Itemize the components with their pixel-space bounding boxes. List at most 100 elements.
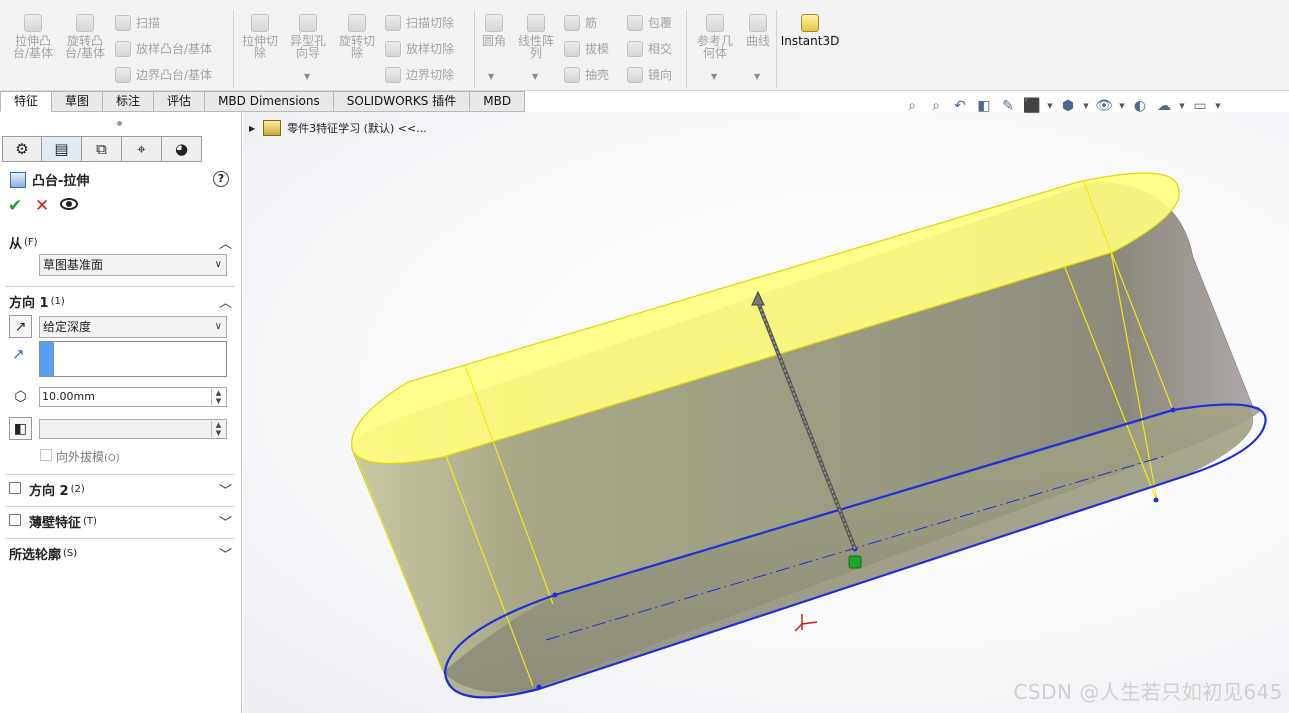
hole-wizard-button[interactable]: 异型孔 向导 xyxy=(286,14,330,59)
extrude-cut-label: 拉伸切 除 xyxy=(241,34,278,60)
direction-of-extrusion-selection-box[interactable] xyxy=(39,341,227,377)
collapse-chevron-up-icon[interactable]: ︿ xyxy=(219,233,232,252)
display-style-dropdown-icon[interactable]: ▼ xyxy=(1082,96,1090,116)
zoom-to-area-icon[interactable]: ⌕ xyxy=(926,96,946,116)
previous-view-icon[interactable]: ↶ xyxy=(950,96,970,116)
from-section-header[interactable]: 从 (F) xyxy=(9,233,38,252)
loft-boss-button[interactable]: 放样凸台/基体 xyxy=(115,40,212,57)
view-orientation-dropdown-icon[interactable]: ▼ xyxy=(1046,96,1054,116)
reference-geometry-dropdown-icon[interactable]: ▼ xyxy=(711,72,717,81)
revolve-boss-button[interactable]: 旋转凸 台/基体 xyxy=(62,14,108,59)
intersect-button[interactable]: 相交 xyxy=(627,40,672,57)
depth-handle-icon[interactable] xyxy=(848,555,862,569)
edit-appearance-icon[interactable]: ◐ xyxy=(1130,96,1150,116)
tab-solidworks-addins[interactable]: SOLIDWORKS 插件 xyxy=(333,91,471,112)
linear-pattern-dropdown-icon[interactable]: ▼ xyxy=(532,72,538,81)
reverse-direction-button[interactable]: ↗ xyxy=(9,315,32,338)
extrude-cut-button[interactable]: 拉伸切 除 xyxy=(238,14,282,59)
draft-label: 拔模 xyxy=(585,42,610,56)
instant3d-button[interactable]: Instant3D xyxy=(781,14,839,47)
draft-outward-checkbox[interactable] xyxy=(40,449,52,461)
section-view-icon[interactable]: ◧ xyxy=(974,96,994,116)
divider xyxy=(5,506,235,507)
direction1-label: 方向 1 xyxy=(9,296,49,311)
from-start-condition-select[interactable]: 草图基准面 ∨ xyxy=(39,254,227,276)
rib-button[interactable]: 筋 xyxy=(564,14,597,31)
direction2-section-header[interactable]: 方向 2 (2) xyxy=(29,480,85,499)
direction2-checkbox[interactable] xyxy=(9,482,21,494)
display-manager-tab[interactable]: ◕ xyxy=(162,136,202,162)
tab-evaluate[interactable]: 评估 xyxy=(154,91,206,112)
collapse-chevron-up-icon[interactable]: ︿ xyxy=(219,292,232,311)
tab-sketch[interactable]: 草图 xyxy=(52,91,104,112)
extruded-slot-body-model[interactable] xyxy=(243,112,1289,713)
tab-features[interactable]: 特征 xyxy=(0,91,53,112)
panel-resize-grip[interactable] xyxy=(117,121,122,126)
mirror-button[interactable]: 镜向 xyxy=(627,66,672,83)
chevron-down-icon: ∨ xyxy=(214,259,222,270)
boundary-cut-button[interactable]: 边界切除 xyxy=(385,66,454,83)
property-manager-tab[interactable]: ▤ xyxy=(42,136,82,162)
thin-feature-checkbox[interactable] xyxy=(9,514,21,526)
draft-angle-spin-arrows-icon[interactable]: ▲ ▼ xyxy=(211,421,225,437)
revolve-cut-button[interactable]: 旋转切 除 xyxy=(335,14,379,59)
curves-button[interactable]: 曲线 xyxy=(741,14,775,47)
expand-chevron-down-icon[interactable]: ﹀ xyxy=(219,480,232,499)
thin-feature-section-header[interactable]: 薄壁特征 (T) xyxy=(29,512,97,531)
curves-dropdown-icon[interactable]: ▼ xyxy=(754,72,760,81)
shell-button[interactable]: 抽壳 xyxy=(564,66,609,83)
hole-wizard-dropdown-icon[interactable]: ▼ xyxy=(304,72,310,81)
rib-icon xyxy=(564,14,580,31)
lofted-cut-button[interactable]: 放样切除 xyxy=(385,40,454,57)
end-condition-select[interactable]: 给定深度 ∨ xyxy=(39,316,227,338)
display-style-icon[interactable]: ⬢ xyxy=(1058,96,1078,116)
draft-button[interactable]: 拔模 xyxy=(564,40,609,57)
reference-geometry-label: 参考几 何体 xyxy=(696,34,733,60)
dimxpert-manager-tab[interactable]: ⌖ xyxy=(122,136,162,162)
feature-manager-tab[interactable]: ⚙ xyxy=(2,136,42,162)
view-settings-icon[interactable]: ▭ xyxy=(1190,96,1210,116)
tab-mbd-dimensions[interactable]: MBD Dimensions xyxy=(205,91,334,112)
hole-wizard-label: 异型孔 向导 xyxy=(289,34,326,60)
direction1-section-header[interactable]: 方向 1 (1) xyxy=(9,292,65,311)
depth-input[interactable]: 10.00mm ▲ ▼ xyxy=(39,387,227,407)
zoom-to-fit-icon[interactable]: ⌕ xyxy=(902,96,922,116)
help-icon[interactable]: ? xyxy=(213,171,229,187)
ok-checkmark-icon[interactable]: ✔ xyxy=(8,196,22,216)
loft-icon xyxy=(115,40,131,57)
selected-contours-section-header[interactable]: 所选轮廓 (S) xyxy=(9,544,77,563)
hide-show-dropdown-icon[interactable]: ▼ xyxy=(1118,96,1126,116)
hide-show-items-icon[interactable]: 👁 xyxy=(1094,96,1114,116)
configuration-manager-tab[interactable]: ⧉ xyxy=(82,136,122,162)
divider xyxy=(5,474,235,475)
wrap-label: 包覆 xyxy=(648,16,673,30)
wrap-button[interactable]: 包覆 xyxy=(627,14,672,31)
cancel-x-icon[interactable]: ✕ xyxy=(35,196,49,216)
view-settings-dropdown-icon[interactable]: ▼ xyxy=(1214,96,1222,116)
expand-chevron-down-icon[interactable]: ﹀ xyxy=(219,544,232,563)
curves-label: 曲线 xyxy=(745,34,770,48)
depth-spin-arrows-icon[interactable]: ▲ ▼ xyxy=(211,389,225,405)
swept-cut-button[interactable]: 扫描切除 xyxy=(385,14,454,31)
view-orientation-icon[interactable]: ⬛ xyxy=(1022,96,1042,116)
apply-scene-dropdown-icon[interactable]: ▼ xyxy=(1178,96,1186,116)
linear-pattern-button[interactable]: 线性阵 列 xyxy=(514,14,558,59)
boundary-boss-button[interactable]: 边界凸台/基体 xyxy=(115,66,212,83)
tab-mbd[interactable]: MBD xyxy=(470,91,526,112)
fillet-dropdown-icon[interactable]: ▼ xyxy=(488,72,494,81)
draft-on-off-button[interactable]: ◧ xyxy=(9,417,32,440)
fillet-button[interactable]: 圆角 xyxy=(478,14,510,47)
revolve-cut-icon xyxy=(348,14,366,32)
detailed-preview-eye-icon[interactable] xyxy=(60,198,78,210)
reference-geometry-button[interactable]: 参考几 何体 xyxy=(694,14,736,59)
lofted-cut-icon xyxy=(385,40,401,57)
apply-scene-icon[interactable]: ☁ xyxy=(1154,96,1174,116)
tab-markup[interactable]: 标注 xyxy=(103,91,155,112)
sweep-button[interactable]: 扫描 xyxy=(115,14,160,31)
dynamic-annotation-icon[interactable]: ✎ xyxy=(998,96,1018,116)
draft-angle-input[interactable]: ▲ ▼ xyxy=(39,419,227,439)
direction2-label: 方向 2 xyxy=(29,484,69,499)
extrude-boss-button[interactable]: 拉伸凸 台/基体 xyxy=(10,14,56,59)
graphics-area[interactable]: ▶ 零件3特征学习 (默认) <<... CSDN @人生若只如初见645 xyxy=(243,112,1289,713)
expand-chevron-down-icon[interactable]: ﹀ xyxy=(219,512,232,531)
